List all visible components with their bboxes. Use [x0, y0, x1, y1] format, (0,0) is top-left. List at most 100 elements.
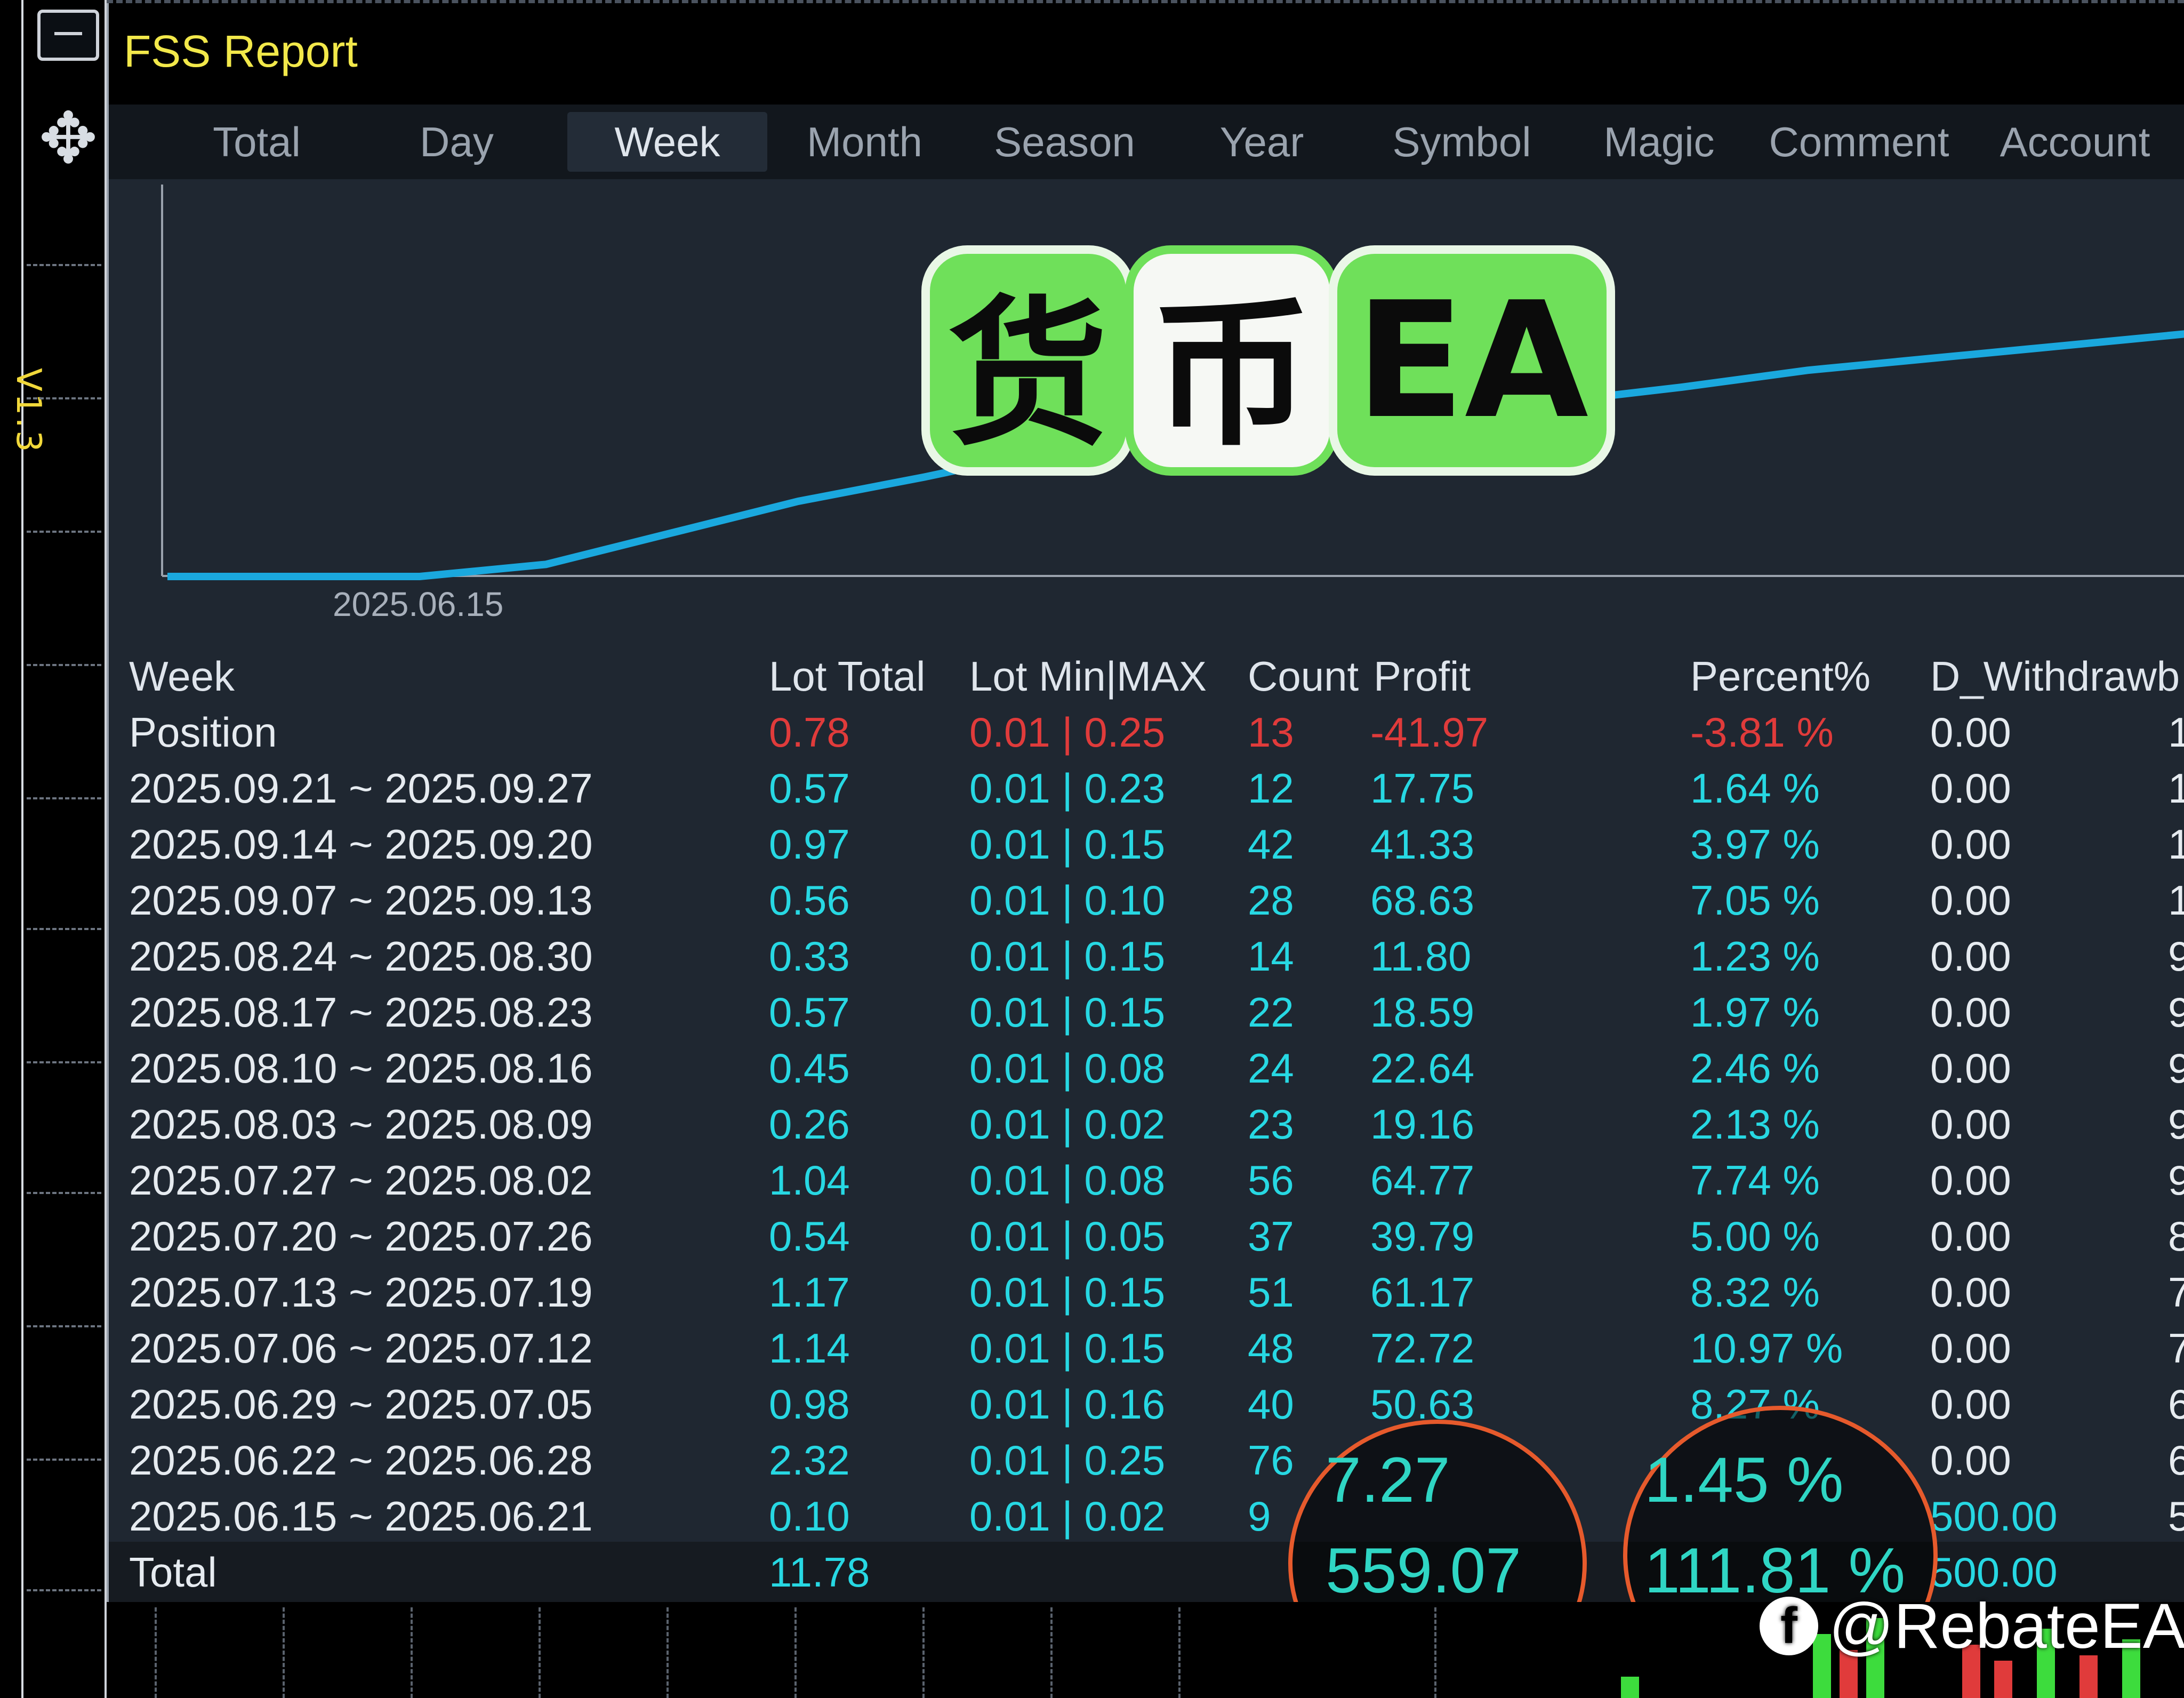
row-last: 7 — [2168, 1325, 2184, 1372]
left-edge-line — [21, 0, 23, 1698]
row-withdraw: 0.00 — [1930, 933, 2011, 980]
row-profit: 18.59 — [1370, 989, 1475, 1036]
row-lot-total: 0.97 — [769, 821, 850, 868]
left-grid-dash — [27, 1192, 101, 1194]
row-week: 2025.08.10 ~ 2025.08.16 — [129, 1045, 593, 1092]
row-last: 9 — [2168, 989, 2184, 1036]
move-icon[interactable]: ✥ — [31, 101, 106, 176]
table-row[interactable]: 2025.07.27 ~ 2025.08.02 1.04 0.01 | 0.08 56… — [109, 1152, 2184, 1208]
row-week: 2025.06.15 ~ 2025.06.21 — [129, 1493, 593, 1540]
row-lot-total: 0.26 — [769, 1101, 850, 1148]
row-percent: 5.00 % — [1690, 1213, 1820, 1260]
table-row[interactable]: 2025.07.13 ~ 2025.07.19 1.17 0.01 | 0.15 51… — [109, 1264, 2184, 1320]
tab-symbol[interactable]: Symbol — [1362, 112, 1562, 172]
row-last: 1 — [2168, 765, 2184, 812]
table-row[interactable]: 2025.08.24 ~ 2025.08.30 0.33 0.01 | 0.15 14… — [109, 928, 2184, 984]
row-lot-total: 0.98 — [769, 1381, 850, 1428]
titlebar[interactable]: FSS Report — [109, 3, 2184, 105]
row-lot-minmax: 0.01 | 0.10 — [969, 877, 1166, 924]
row-count: 56 — [1248, 1157, 1294, 1204]
header-profit: Profit — [1374, 653, 1471, 700]
tab-season[interactable]: Season — [965, 112, 1165, 172]
row-week: 2025.08.24 ~ 2025.08.30 — [129, 933, 593, 980]
row-last: 1 — [2168, 821, 2184, 868]
grid-tick — [1050, 1607, 1053, 1698]
table-row[interactable]: 2025.08.10 ~ 2025.08.16 0.45 0.01 | 0.08 24… — [109, 1040, 2184, 1096]
row-last: 9 — [2168, 933, 2184, 980]
row-lot-minmax: 0.01 | 0.02 — [969, 1493, 1166, 1540]
table-row[interactable]: 2025.06.29 ~ 2025.07.05 0.98 0.01 | 0.16 40… — [109, 1376, 2184, 1432]
row-withdraw: 500.00 — [1930, 1493, 2058, 1540]
overlay-stamp: 货 币 EA — [930, 254, 1607, 468]
row-count: 28 — [1248, 877, 1294, 924]
row-lot-minmax: 0.01 | 0.25 — [969, 1437, 1166, 1484]
grid-tick — [667, 1607, 669, 1698]
tab-total[interactable]: Total — [157, 112, 357, 172]
tab-magic[interactable]: Magic — [1559, 112, 1759, 172]
table-row[interactable]: 2025.08.17 ~ 2025.08.23 0.57 0.01 | 0.15 22… — [109, 984, 2184, 1040]
row-withdraw: 0.00 — [1930, 1269, 2011, 1316]
row-lot-total: 0.57 — [769, 765, 850, 812]
row-last: 1 — [2168, 877, 2184, 924]
grid-tick — [155, 1607, 157, 1698]
tab-comment[interactable]: Comment — [1759, 112, 1959, 172]
candle — [1994, 1661, 2012, 1698]
tab-bar: Total Day Week Month Season Year Symbol … — [109, 105, 2184, 179]
grid-tick — [1434, 1607, 1436, 1698]
tab-week[interactable]: Week — [567, 112, 767, 172]
row-profit: 68.63 — [1370, 877, 1475, 924]
tab-month[interactable]: Month — [765, 112, 965, 172]
row-last: 7 — [2168, 1269, 2184, 1316]
header-week: Week — [129, 653, 235, 700]
row-count: 51 — [1248, 1269, 1294, 1316]
row-lot-minmax: 0.01 | 0.08 — [969, 1045, 1166, 1092]
position-label: Position — [129, 709, 277, 756]
row-week: 2025.09.21 ~ 2025.09.27 — [129, 765, 593, 812]
left-grid-dash — [27, 1459, 101, 1461]
row-profit: 39.79 — [1370, 1213, 1475, 1260]
candle — [1621, 1677, 1639, 1698]
table-row[interactable]: 2025.07.06 ~ 2025.07.12 1.14 0.01 | 0.15 48… — [109, 1320, 2184, 1376]
table-row[interactable]: 2025.09.14 ~ 2025.09.20 0.97 0.01 | 0.15 42… — [109, 816, 2184, 872]
left-grid-dash — [27, 797, 101, 799]
row-withdraw: 0.00 — [1930, 821, 2011, 868]
tab-year[interactable]: Year — [1162, 112, 1362, 172]
table-row[interactable]: 2025.09.21 ~ 2025.09.27 0.57 0.01 | 0.23 12… — [109, 760, 2184, 816]
position-last: 1 — [2168, 709, 2184, 756]
row-lot-total: 2.32 — [769, 1437, 850, 1484]
row-count: 76 — [1248, 1437, 1294, 1484]
position-row: Position 0.78 0.01 | 0.25 13 -41.97 -3.81 % 0.… — [109, 704, 2184, 760]
grid-tick — [539, 1607, 541, 1698]
row-lot-minmax: 0.01 | 0.23 — [969, 765, 1166, 812]
table-row[interactable]: 2025.08.03 ~ 2025.08.09 0.26 0.01 | 0.02 23… — [109, 1096, 2184, 1152]
left-grid-dash — [27, 1589, 101, 1591]
stamp-glyph-1: 货 — [930, 254, 1126, 468]
table-row[interactable]: 2025.09.07 ~ 2025.09.13 0.56 0.01 | 0.10 28… — [109, 872, 2184, 928]
position-withdraw: 0.00 — [1930, 709, 2011, 756]
row-lot-minmax: 0.01 | 0.15 — [969, 1325, 1166, 1372]
row-lot-minmax: 0.01 | 0.08 — [969, 1157, 1166, 1204]
row-percent: 7.74 % — [1690, 1157, 1820, 1204]
fss-report-panel: FSS Report Total Day Week Month Season Y… — [107, 3, 2184, 1698]
panel-menu-button[interactable] — [37, 10, 99, 61]
row-lot-total: 0.56 — [769, 877, 850, 924]
row-withdraw: 0.00 — [1930, 1213, 2011, 1260]
row-lot-minmax: 0.01 | 0.15 — [969, 821, 1166, 868]
profit-total-value: 559.07 — [1326, 1535, 1522, 1606]
row-percent: 8.32 % — [1690, 1269, 1820, 1316]
version-label: V1.3 — [9, 368, 48, 454]
left-grid-dash — [27, 928, 101, 930]
row-count: 22 — [1248, 989, 1294, 1036]
row-week: 2025.07.20 ~ 2025.07.26 — [129, 1213, 593, 1260]
row-percent: 2.46 % — [1690, 1045, 1820, 1092]
row-last: 9 — [2168, 1045, 2184, 1092]
tab-account[interactable]: Account — [1975, 112, 2175, 172]
tab-day[interactable]: Day — [357, 112, 557, 172]
left-toolbar: ✥ V1.3 — [0, 0, 107, 1698]
left-grid-dash — [27, 397, 101, 399]
row-week: 2025.07.13 ~ 2025.07.19 — [129, 1269, 593, 1316]
table-row[interactable]: 2025.07.20 ~ 2025.07.26 0.54 0.01 | 0.05 37… — [109, 1208, 2184, 1264]
row-count: 42 — [1248, 821, 1294, 868]
row-count: 37 — [1248, 1213, 1294, 1260]
header-percent: Percent% — [1690, 653, 1871, 700]
